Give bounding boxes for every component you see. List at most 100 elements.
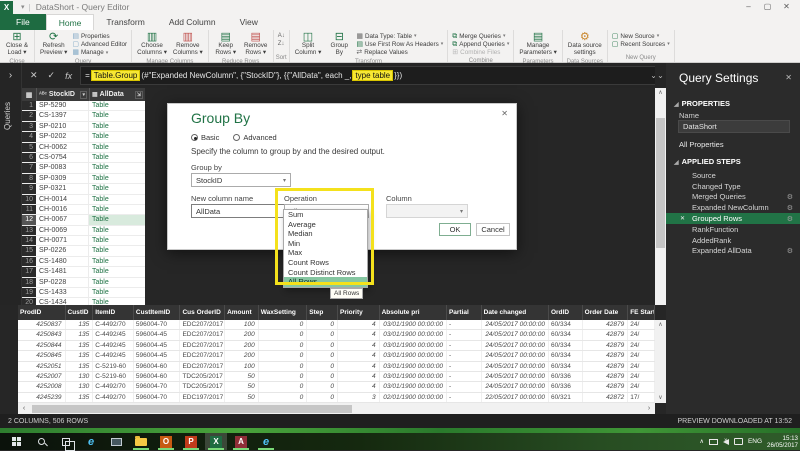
table-row[interactable]: 6CS-0754Table [22, 153, 145, 163]
ribbon-button-merge[interactable]: ⧉Merge Queries▾ [450, 32, 511, 40]
stockid-cell[interactable]: CH-0069 [36, 226, 89, 235]
ribbon-button-data-source[interactable]: ⚙Data source settings [565, 31, 605, 58]
alldata-cell[interactable]: Table [89, 143, 145, 152]
table-row[interactable]: 9SP-0321Table [22, 184, 145, 194]
operation-option[interactable]: Average [284, 220, 367, 230]
tab-file[interactable]: File [0, 14, 46, 30]
applied-step-changed-type[interactable]: Changed Type [666, 181, 800, 192]
alldata-cell[interactable]: Table [89, 195, 145, 204]
column-header-partial[interactable]: Partial [447, 305, 482, 320]
table-row[interactable]: 17CS-1481Table [22, 267, 145, 277]
column-header-priority[interactable]: Priority [338, 305, 380, 320]
delete-step-icon[interactable]: ✕ [680, 215, 685, 222]
ribbon-button-replace-values[interactable]: ⇄Replace Values [354, 49, 445, 57]
ribbon-button-split-column[interactable]: ◫Split Column ▾ [292, 31, 325, 58]
table-row[interactable]: 19CS-1433Table [22, 288, 145, 298]
ribbon-button-append[interactable]: ⧉Append Queries▾ [450, 40, 511, 48]
table-row[interactable]: 1SP-5290Table [22, 101, 145, 111]
alldata-cell[interactable]: Table [89, 153, 145, 162]
internet-explorer-icon[interactable]: e [80, 433, 102, 450]
table-vertical-scrollbar[interactable]: ∧ ∨ [655, 320, 666, 403]
gear-icon[interactable]: ⚙ [787, 193, 793, 201]
table-menu-icon[interactable]: ▦ [22, 88, 36, 101]
column-header-order-date[interactable]: Order Date [583, 305, 629, 320]
alldata-cell[interactable]: Table [89, 246, 145, 255]
filter-icon[interactable]: ▾ [80, 91, 87, 99]
column-header-ordid[interactable]: OrdID [549, 305, 583, 320]
ribbon-button-properties[interactable]: ▤Properties [70, 32, 129, 40]
operation-option[interactable]: Count Distinct Rows [284, 268, 367, 278]
dialog-close-icon[interactable]: ✕ [501, 109, 508, 118]
ribbon-button-data-type[interactable]: ▦Data Type: Table▾ [354, 32, 445, 40]
table-row[interactable]: 18SP-0228Table [22, 278, 145, 288]
volume-muted-icon[interactable] [723, 439, 729, 445]
close-button[interactable]: ✕ [777, 0, 796, 14]
operation-option[interactable]: Max [284, 248, 367, 258]
table-row[interactable]: 4250837135C-4492/70596004-70EDC207/20171… [18, 320, 655, 330]
internet-explorer-2-icon[interactable]: e [255, 433, 277, 450]
stockid-cell[interactable]: CS-0754 [36, 153, 89, 162]
new-column-input[interactable]: AllData [191, 204, 291, 218]
stockid-cell[interactable]: SP-0226 [36, 246, 89, 255]
column-header-step[interactable]: Step [307, 305, 338, 320]
applied-step-merged-queries[interactable]: Merged Queries⚙ [666, 192, 800, 203]
scroll-right-icon[interactable]: › [643, 405, 655, 412]
ribbon-button-recent-sources[interactable]: ▢Recent Sources▾ [610, 40, 672, 48]
operation-option[interactable]: Sum [284, 210, 367, 220]
alldata-cell[interactable]: Table [89, 288, 145, 297]
ribbon-button-refresh[interactable]: ⟳Refresh Preview ▾ [37, 31, 70, 58]
tab-add-column[interactable]: Add Column [157, 14, 228, 30]
column-header-custid[interactable]: CustID [66, 305, 94, 320]
alldata-cell[interactable]: Table [89, 236, 145, 245]
operation-option[interactable]: Count Rows [284, 258, 367, 268]
group-by-dropdown[interactable]: StockID ▾ [191, 173, 291, 187]
ribbon-button-new-source[interactable]: ▢New Source▾ [610, 32, 672, 40]
tray-chevron-icon[interactable]: ∧ [700, 438, 704, 445]
expand-queries-pane-button[interactable]: › [0, 63, 22, 88]
ribbon-button-group-by[interactable]: ⊟Group By [324, 31, 354, 58]
table-row[interactable]: 4245239135C-4492/70596004-70EDC197/20175… [18, 393, 655, 403]
applied-step-rankfunction[interactable]: RankFunction [666, 224, 800, 235]
scrollbar-thumb[interactable] [32, 405, 352, 413]
stockid-cell[interactable]: CS-1480 [36, 257, 89, 266]
scroll-left-icon[interactable]: ‹ [18, 405, 30, 412]
tab-view[interactable]: View [228, 14, 270, 30]
remote-desktop-icon[interactable] [105, 433, 127, 450]
alldata-cell[interactable]: Table [89, 122, 145, 131]
table-row[interactable]: 4250844135C-4492/45596004-45EDC207/20172… [18, 341, 655, 351]
gear-icon[interactable]: ⚙ [787, 247, 793, 255]
table-row[interactable]: 2CS-1397Table [22, 111, 145, 121]
alldata-cell[interactable]: Table [89, 226, 145, 235]
table-row[interactable]: 4250845135C-4492/45596004-45EDC207/20172… [18, 351, 655, 361]
table-row[interactable]: 12CH-0067Table [22, 215, 145, 225]
column-header-alldata[interactable]: ▦ AllData ⇲ [89, 88, 145, 101]
ribbon-button-remove-columns[interactable]: ▥Remove Columns ▾ [170, 31, 206, 58]
table-row[interactable]: 5CH-0062Table [22, 143, 145, 153]
column-header-stockid[interactable]: ᴬᴮᶜ StockID ▾ [36, 88, 89, 101]
stockid-cell[interactable]: CS-1433 [36, 288, 89, 297]
table-row[interactable]: 10CH-0014Table [22, 195, 145, 205]
ribbon-button-parameters[interactable]: ▤Manage Parameters ▾ [516, 31, 559, 58]
ribbon-button-choose-columns[interactable]: ▥Choose Columns ▾ [134, 31, 170, 58]
ribbon-button-remove-rows[interactable]: ▤Remove Rows ▾ [241, 31, 271, 58]
stockid-cell[interactable]: CS-1481 [36, 267, 89, 276]
column-header-fe-start-dat[interactable]: FE Start Dat [628, 305, 655, 320]
query-name-input[interactable]: DataShort [678, 120, 790, 133]
table-row[interactable]: 14CH-0071Table [22, 236, 145, 246]
applied-step-grouped-rows[interactable]: ✕Grouped Rows⚙ [666, 213, 800, 224]
restore-button[interactable]: ▢ [758, 0, 777, 14]
table-row[interactable]: 4252008130C-4492/70596004-70TDC205/20175… [18, 382, 655, 392]
table-row[interactable]: 13CH-0069Table [22, 226, 145, 236]
stockid-cell[interactable]: SP-0202 [36, 132, 89, 141]
alldata-cell[interactable]: Table [89, 132, 145, 141]
clock[interactable]: 15:13 26/05/2017 [767, 435, 798, 449]
cancel-button[interactable]: Cancel [476, 223, 510, 236]
advanced-radio[interactable]: Advanced [233, 133, 276, 142]
alldata-cell[interactable]: Table [89, 257, 145, 266]
column-header-amount[interactable]: Amount [225, 305, 259, 320]
column-header-itemid[interactable]: ItemID [93, 305, 134, 320]
alldata-cell[interactable]: Table [89, 205, 145, 214]
table-row[interactable]: 16CS-1480Table [22, 257, 145, 267]
alldata-cell[interactable]: Table [89, 298, 145, 305]
ribbon-button-sort-az[interactable]: A↓ [276, 32, 287, 40]
